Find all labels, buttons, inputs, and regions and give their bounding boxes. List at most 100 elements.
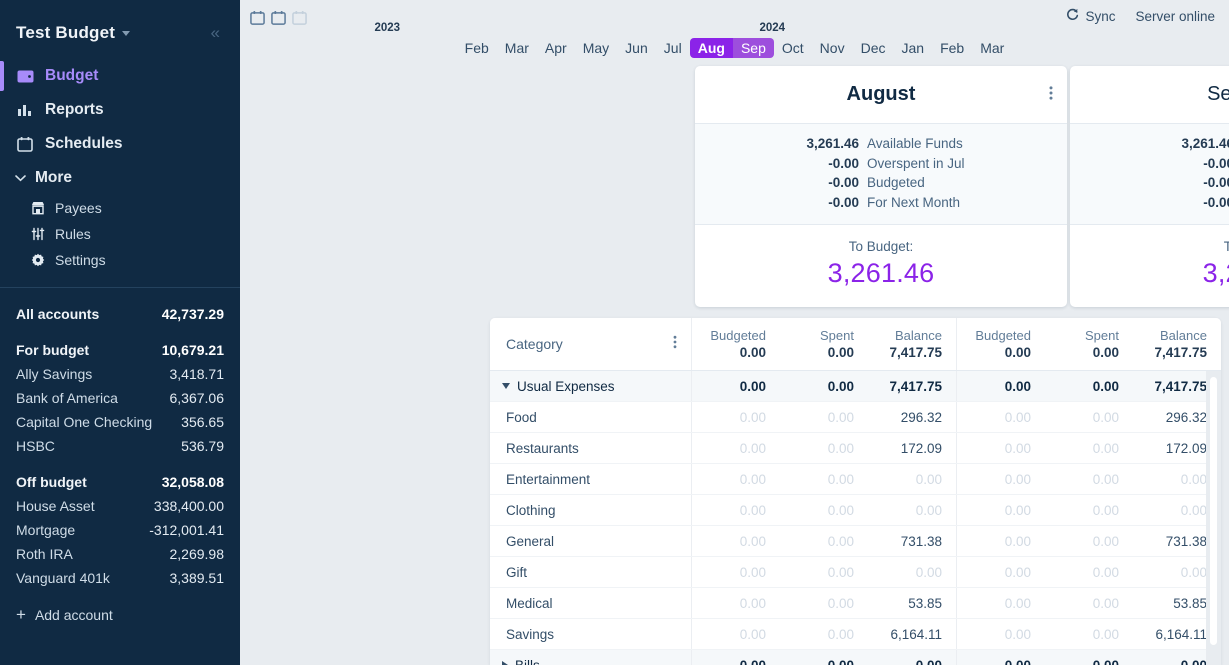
category-cell[interactable]: Clothing bbox=[490, 495, 692, 525]
budgeted-cell[interactable]: 0.00 bbox=[957, 464, 1045, 494]
spent-cell[interactable]: 0.00 bbox=[780, 650, 868, 665]
sidebar-item-more[interactable]: More bbox=[0, 161, 240, 195]
budgeted-cell[interactable]: 0.00 bbox=[957, 433, 1045, 463]
spent-cell[interactable]: 0.00 bbox=[1045, 557, 1133, 587]
month-button-dec[interactable]: Dec bbox=[853, 38, 894, 58]
sidebar-item-schedules[interactable]: Schedules bbox=[0, 127, 240, 161]
month-button-feb-2[interactable]: Feb bbox=[932, 38, 972, 58]
spent-cell[interactable]: 0.00 bbox=[1045, 495, 1133, 525]
to-budget-value[interactable]: 3,261.46 bbox=[695, 258, 1067, 289]
column-header-balance[interactable]: Balance 7,417.75 bbox=[1133, 318, 1221, 370]
month-button-feb[interactable]: Feb bbox=[457, 38, 497, 58]
category-cell[interactable]: Bills bbox=[490, 650, 692, 665]
category-cell[interactable]: Usual Expenses bbox=[490, 371, 692, 401]
account-row[interactable]: House Asset 338,400.00 bbox=[16, 494, 224, 518]
balance-cell[interactable]: 0.00 bbox=[868, 557, 956, 587]
budgeted-cell[interactable]: 0.00 bbox=[957, 619, 1045, 649]
column-header-budgeted[interactable]: Budgeted 0.00 bbox=[692, 318, 780, 370]
budgeted-cell[interactable]: 0.00 bbox=[957, 495, 1045, 525]
spent-cell[interactable]: 0.00 bbox=[780, 557, 868, 587]
category-cell[interactable]: General bbox=[490, 526, 692, 556]
category-cell[interactable]: Savings bbox=[490, 619, 692, 649]
table-group-row[interactable]: Usual Expenses0.000.007,417.750.000.007,… bbox=[490, 371, 1221, 402]
balance-cell[interactable]: 0.00 bbox=[868, 650, 956, 665]
table-row[interactable]: Clothing0.000.000.000.000.000.00 bbox=[490, 495, 1221, 526]
spent-cell[interactable]: 0.00 bbox=[1045, 588, 1133, 618]
spent-cell[interactable]: 0.00 bbox=[780, 371, 868, 401]
column-header-spent[interactable]: Spent 0.00 bbox=[780, 318, 868, 370]
budgeted-cell[interactable]: 0.00 bbox=[692, 371, 780, 401]
month-button-oct[interactable]: Oct bbox=[774, 38, 812, 58]
account-row[interactable]: Capital One Checking 356.65 bbox=[16, 410, 224, 434]
spent-cell[interactable]: 0.00 bbox=[780, 619, 868, 649]
month-button-mar-2[interactable]: Mar bbox=[972, 38, 1012, 58]
category-cell[interactable]: Food bbox=[490, 402, 692, 432]
to-budget-value[interactable]: 3,261.46 bbox=[1070, 258, 1229, 289]
spent-cell[interactable]: 0.00 bbox=[1045, 464, 1133, 494]
sidebar-item-rules[interactable]: Rules bbox=[0, 221, 240, 247]
budgeted-cell[interactable]: 0.00 bbox=[692, 433, 780, 463]
budgeted-cell[interactable]: 0.00 bbox=[957, 588, 1045, 618]
budgeted-cell[interactable]: 0.00 bbox=[692, 588, 780, 618]
account-row-all[interactable]: All accounts 42,737.29 bbox=[16, 302, 224, 326]
account-row[interactable]: Ally Savings 3,418.71 bbox=[16, 362, 224, 386]
table-row[interactable]: General0.000.00731.380.000.00731.38 bbox=[490, 526, 1221, 557]
table-row[interactable]: Food0.000.00296.320.000.00296.32 bbox=[490, 402, 1221, 433]
column-header-spent[interactable]: Spent 0.00 bbox=[1045, 318, 1133, 370]
account-row[interactable]: Bank of America 6,367.06 bbox=[16, 386, 224, 410]
table-row[interactable]: Savings0.000.006,164.110.000.006,164.11 bbox=[490, 619, 1221, 650]
budget-name-dropdown[interactable]: Test Budget bbox=[16, 23, 130, 43]
spent-cell[interactable]: 0.00 bbox=[780, 495, 868, 525]
spent-cell[interactable]: 0.00 bbox=[1045, 526, 1133, 556]
balance-cell[interactable]: 0.00 bbox=[868, 464, 956, 494]
sidebar-item-reports[interactable]: Reports bbox=[0, 93, 240, 127]
spent-cell[interactable]: 0.00 bbox=[780, 588, 868, 618]
month-button-apr[interactable]: Apr bbox=[537, 38, 575, 58]
budgeted-cell[interactable]: 0.00 bbox=[692, 650, 780, 665]
month-button-jul[interactable]: Jul bbox=[656, 38, 690, 58]
scrollbar-thumb[interactable] bbox=[1210, 377, 1217, 645]
budgeted-cell[interactable]: 0.00 bbox=[957, 650, 1045, 665]
table-row[interactable]: Gift0.000.000.000.000.000.00 bbox=[490, 557, 1221, 588]
month-button-mar[interactable]: Mar bbox=[497, 38, 537, 58]
budgeted-cell[interactable]: 0.00 bbox=[957, 557, 1045, 587]
month-button-may[interactable]: May bbox=[575, 38, 617, 58]
spent-cell[interactable]: 0.00 bbox=[1045, 619, 1133, 649]
account-group-for-budget[interactable]: For budget 10,679.21 bbox=[16, 338, 224, 362]
balance-cell[interactable]: 296.32 bbox=[868, 402, 956, 432]
account-row[interactable]: Mortgage -312,001.41 bbox=[16, 518, 224, 542]
balance-cell[interactable]: 53.85 bbox=[868, 588, 956, 618]
category-cell[interactable]: Medical bbox=[490, 588, 692, 618]
budgeted-cell[interactable]: 0.00 bbox=[957, 526, 1045, 556]
spent-cell[interactable]: 0.00 bbox=[1045, 402, 1133, 432]
vertical-scrollbar[interactable] bbox=[1206, 371, 1221, 665]
table-row[interactable]: Entertainment0.000.000.000.000.000.00 bbox=[490, 464, 1221, 495]
balance-cell[interactable]: 731.38 bbox=[868, 526, 956, 556]
account-group-off-budget[interactable]: Off budget 32,058.08 bbox=[16, 470, 224, 494]
category-cell[interactable]: Gift bbox=[490, 557, 692, 587]
budgeted-cell[interactable]: 0.00 bbox=[957, 371, 1045, 401]
sidebar-item-budget[interactable]: Budget bbox=[0, 59, 240, 93]
spent-cell[interactable]: 0.00 bbox=[780, 526, 868, 556]
balance-cell[interactable]: 6,164.11 bbox=[868, 619, 956, 649]
budgeted-cell[interactable]: 0.00 bbox=[957, 402, 1045, 432]
table-row[interactable]: Restaurants0.000.00172.090.000.00172.09 bbox=[490, 433, 1221, 464]
table-group-row[interactable]: Bills0.000.000.000.000.000.00 bbox=[490, 650, 1221, 665]
triangle-down-icon[interactable] bbox=[502, 383, 510, 389]
balance-cell[interactable]: 7,417.75 bbox=[868, 371, 956, 401]
spent-cell[interactable]: 0.00 bbox=[1045, 371, 1133, 401]
sidebar-item-payees[interactable]: Payees bbox=[0, 195, 240, 221]
account-row[interactable]: Roth IRA 2,269.98 bbox=[16, 542, 224, 566]
budgeted-cell[interactable]: 0.00 bbox=[692, 402, 780, 432]
budgeted-cell[interactable]: 0.00 bbox=[692, 464, 780, 494]
spent-cell[interactable]: 0.00 bbox=[780, 433, 868, 463]
balance-cell[interactable]: 172.09 bbox=[868, 433, 956, 463]
month-button-jun[interactable]: Jun bbox=[617, 38, 656, 58]
budgeted-cell[interactable]: 0.00 bbox=[692, 619, 780, 649]
month-button-nov[interactable]: Nov bbox=[812, 38, 853, 58]
column-header-budgeted[interactable]: Budgeted 0.00 bbox=[957, 318, 1045, 370]
triangle-right-icon[interactable] bbox=[502, 661, 508, 665]
add-account-button[interactable]: + Add account bbox=[0, 590, 240, 623]
spent-cell[interactable]: 0.00 bbox=[1045, 650, 1133, 665]
spent-cell[interactable]: 0.00 bbox=[1045, 433, 1133, 463]
